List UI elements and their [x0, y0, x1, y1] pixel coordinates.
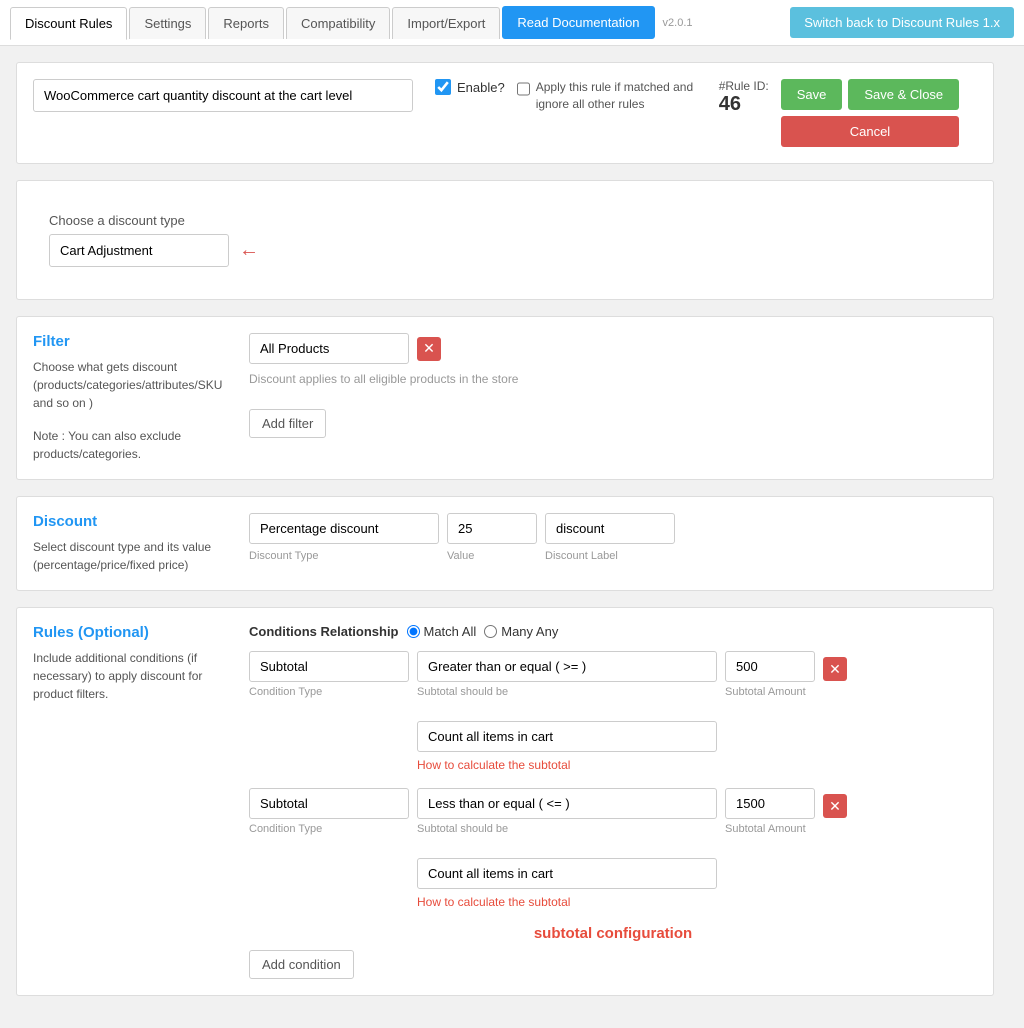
apply-rule-group: Apply this rule if matched and ignore al…: [517, 79, 697, 113]
match-all-label: Match All: [424, 624, 477, 639]
many-any-label: Many Any: [501, 624, 558, 639]
discount-type-select[interactable]: Cart Adjustment Percentage Discount Fixe…: [49, 234, 229, 267]
discount-value-label: Value: [447, 550, 537, 562]
remove-filter-button[interactable]: ✕: [417, 337, 441, 361]
switch-back-button[interactable]: Switch back to Discount Rules 1.x: [790, 7, 1014, 38]
condition-op-label-1: Subtotal should be: [417, 686, 717, 698]
action-buttons: Save Save & Close Cancel: [781, 79, 959, 147]
add-filter-button[interactable]: Add filter: [249, 409, 326, 438]
enable-checkbox[interactable]: [435, 79, 451, 95]
apply-rule-text: Apply this rule if matched and ignore al…: [536, 79, 697, 113]
condition-op-select-1[interactable]: Greater than or equal ( >= ) Less than (…: [417, 651, 717, 682]
condition-type-select-2[interactable]: Subtotal Cart quantity Product quantity: [249, 788, 409, 819]
discount-value-input[interactable]: [447, 513, 537, 544]
many-any-radio[interactable]: [484, 625, 497, 638]
rule-id-label: #Rule ID:: [719, 79, 769, 93]
how-to-label-1: How to calculate the subtotal: [417, 758, 717, 772]
condition-type-label-2: Condition Type: [249, 823, 409, 835]
tab-reports[interactable]: Reports: [208, 7, 284, 39]
remove-condition-button-2[interactable]: ✕: [823, 794, 847, 818]
condition-op-select-2[interactable]: Less than or equal ( <= ) Greater than (…: [417, 788, 717, 819]
rules-desc: Include additional conditions (if necess…: [33, 649, 233, 703]
filter-title: Filter: [33, 333, 233, 350]
condition-row-2: Subtotal Cart quantity Product quantity …: [249, 788, 977, 909]
count-select-1[interactable]: Count all items in cart Count unique ite…: [417, 721, 717, 752]
condition-op-label-2: Subtotal should be: [417, 823, 717, 835]
discount-type-select2[interactable]: Percentage discount Fixed discount Fixed…: [249, 513, 439, 544]
how-to-label-2: How to calculate the subtotal: [417, 895, 717, 909]
condition-value-input-1[interactable]: [725, 651, 815, 682]
condition-value-label-1: Subtotal Amount: [725, 686, 815, 698]
rule-name-input[interactable]: [33, 79, 413, 112]
condition-type-label-1: Condition Type: [249, 686, 409, 698]
tab-import-export[interactable]: Import/Export: [392, 7, 500, 39]
top-navigation: Discount Rules Settings Reports Compatib…: [0, 0, 1024, 46]
version-badge: v2.0.1: [657, 17, 699, 29]
discount-desc: Select discount type and its value (perc…: [33, 538, 233, 574]
discount-type-card: Choose a discount type Cart Adjustment P…: [16, 180, 994, 300]
discount-type-field-label: Discount Type: [249, 550, 439, 562]
count-select-2[interactable]: Count all items in cart Count unique ite…: [417, 858, 717, 889]
discount-label-col: Discount Label: [545, 550, 675, 562]
rule-id-group: #Rule ID: 46: [719, 79, 769, 116]
apply-rule-checkbox[interactable]: [517, 81, 530, 97]
many-any-radio-label[interactable]: Many Any: [484, 624, 558, 639]
condition-value-label-2: Subtotal Amount: [725, 823, 815, 835]
rules-title: Rules (Optional): [33, 624, 233, 641]
tab-compatibility[interactable]: Compatibility: [286, 7, 390, 39]
tab-read-documentation[interactable]: Read Documentation: [502, 6, 654, 39]
discount-type-label: Choose a discount type: [49, 213, 961, 228]
enable-label: Enable?: [457, 80, 505, 95]
match-all-radio[interactable]: [407, 625, 420, 638]
save-button[interactable]: Save: [781, 79, 843, 110]
filter-card: Filter Choose what gets discount (produc…: [16, 316, 994, 480]
rule-name-card: Enable? Apply this rule if matched and i…: [16, 62, 994, 164]
main-content: Enable? Apply this rule if matched and i…: [0, 46, 1010, 1028]
discount-card: Discount Select discount type and its va…: [16, 496, 994, 591]
subtotal-config-label: subtotal configuration: [249, 925, 977, 942]
discount-title: Discount: [33, 513, 233, 530]
filter-type-select[interactable]: All Products Specific Products Specific …: [249, 333, 409, 364]
save-close-button[interactable]: Save & Close: [848, 79, 959, 110]
conditions-rel-label: Conditions Relationship: [249, 624, 399, 639]
arrow-indicator-icon: ←: [239, 239, 259, 262]
condition-type-select-1[interactable]: Subtotal Cart quantity Product quantity: [249, 651, 409, 682]
conditions-relationship: Conditions Relationship Match All Many A…: [249, 624, 977, 639]
filter-note: Note : You can also exclude products/cat…: [33, 427, 233, 463]
rules-card: Rules (Optional) Include additional cond…: [16, 607, 994, 996]
enable-group: Enable?: [435, 79, 505, 95]
remove-condition-button-1[interactable]: ✕: [823, 657, 847, 681]
condition-value-input-2[interactable]: [725, 788, 815, 819]
rule-id-number: 46: [719, 93, 741, 116]
condition-row-1: Subtotal Cart quantity Product quantity …: [249, 651, 977, 772]
match-all-radio-label[interactable]: Match All: [407, 624, 477, 639]
filter-note-text: Discount applies to all eligible product…: [249, 372, 977, 386]
filter-desc: Choose what gets discount (products/cate…: [33, 358, 233, 412]
tab-discount-rules[interactable]: Discount Rules: [10, 7, 127, 40]
discount-label-input[interactable]: [545, 513, 675, 544]
tab-settings[interactable]: Settings: [129, 7, 206, 39]
cancel-button[interactable]: Cancel: [781, 116, 959, 147]
